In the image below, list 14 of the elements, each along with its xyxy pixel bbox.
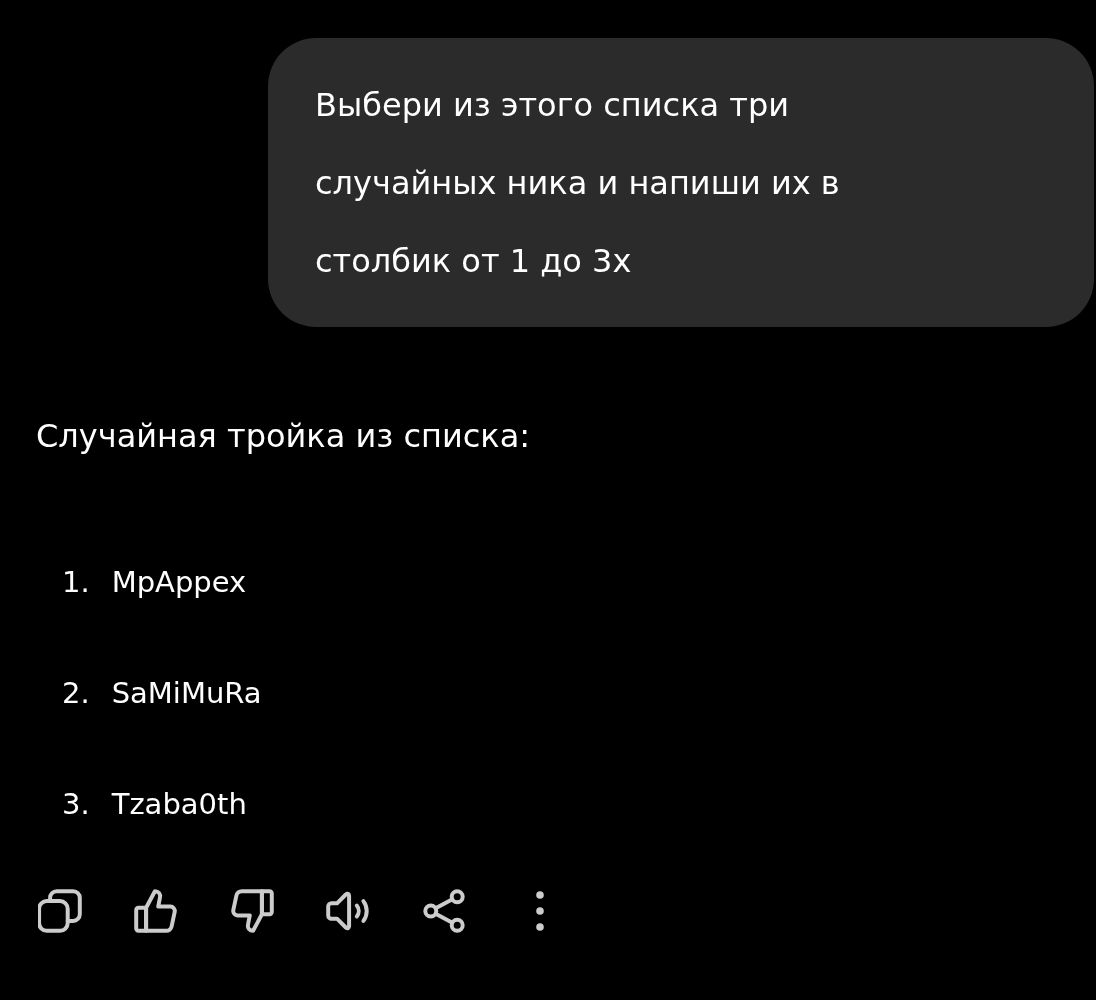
list-number: 2. (62, 675, 90, 712)
message-text: Выбери из этого списка три случайных ника и напиши их в столбик от 1 до 3х (315, 85, 841, 282)
speaker-icon[interactable] (326, 889, 370, 933)
thumbs-up-icon[interactable] (134, 889, 178, 933)
more-icon[interactable] (534, 889, 546, 933)
copy-icon[interactable] (38, 889, 82, 933)
nickname: SaMiMuRa (111, 675, 262, 712)
thumbs-down-icon[interactable] (230, 889, 274, 933)
list-number: 3. (62, 786, 90, 823)
response-text: Случайная тройка из списка: (36, 416, 532, 456)
list-number: 1. (62, 564, 90, 601)
nickname: MpAppex (111, 564, 247, 601)
share-icon[interactable] (422, 889, 466, 933)
nickname: Tzaba0th (111, 786, 247, 823)
